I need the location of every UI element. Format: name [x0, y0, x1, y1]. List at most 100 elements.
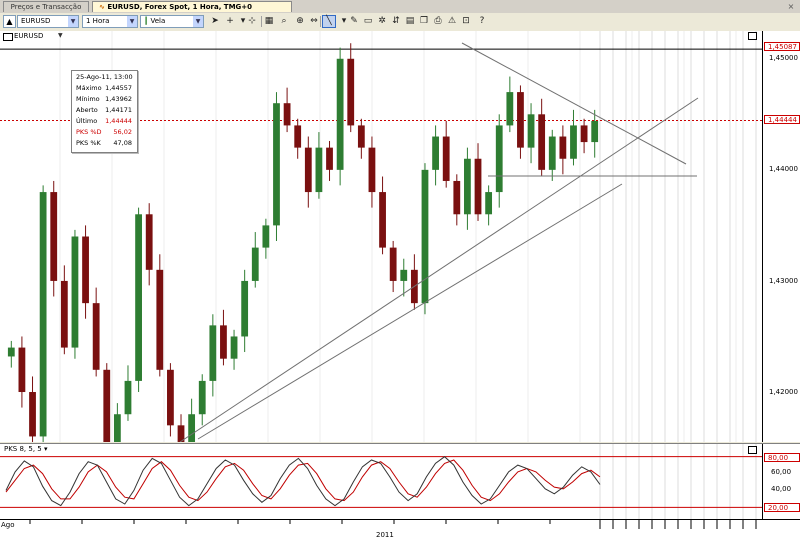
- settings-icon[interactable]: ✲: [375, 15, 389, 28]
- alert-icon[interactable]: ⚠: [445, 15, 459, 28]
- candle-up: [506, 92, 514, 126]
- candle-down: [167, 369, 174, 426]
- pencil-icon[interactable]: ✎: [347, 15, 361, 28]
- save-icon[interactable]: ▤: [403, 15, 417, 28]
- candle-up: [113, 414, 121, 442]
- oscillator-label: PKS 8, 5, 5: [4, 445, 42, 453]
- toolbar-separator: [320, 16, 321, 27]
- help-icon[interactable]: ?: [475, 15, 489, 28]
- candle-up: [485, 192, 493, 215]
- time-axis[interactable]: Ago 2011: [0, 519, 800, 541]
- oscillator-axis[interactable]: 80,00 60,00 40,00 20,00: [762, 444, 800, 520]
- candle-down: [60, 280, 68, 348]
- price-tick-label: 1,44000: [769, 165, 798, 173]
- crosshair-icon[interactable]: +: [223, 15, 237, 28]
- tooltip-row-pks-k: PKS %K 47,08: [76, 138, 134, 148]
- time-axis-canvas: [29, 520, 757, 529]
- candle-down: [517, 92, 524, 148]
- interval-combo-value: 1 Hora: [86, 17, 110, 25]
- oscillator-canvas[interactable]: [0, 444, 762, 520]
- toolbar: ▲ EURUSD ▼ 1 Hora ▼ ┃ Vela ▼ ➤ + ▾ ⊹ ▦ ⌕…: [0, 13, 800, 32]
- symbol-combo-value: EURUSD: [21, 17, 51, 25]
- candle-up: [7, 347, 15, 357]
- arrows-icon[interactable]: ⇵: [389, 15, 403, 28]
- candle-up: [273, 103, 280, 226]
- symbol-box-icon: [3, 33, 13, 41]
- symbol-menu-button[interactable]: ▲: [3, 15, 16, 28]
- maximize-icon[interactable]: [748, 32, 757, 40]
- time-axis-year: 2011: [376, 531, 394, 539]
- lock-icon[interactable]: ⊡: [459, 15, 473, 28]
- chart-symbol-label[interactable]: EURUSD: [14, 32, 43, 40]
- scroll-icon[interactable]: ⇔: [307, 15, 321, 28]
- candle-down: [220, 325, 227, 359]
- chevron-down-icon[interactable]: ▼: [58, 32, 63, 39]
- high-price-flag: 1,45087: [764, 42, 800, 51]
- candle-up: [464, 158, 471, 215]
- symbol-combo[interactable]: EURUSD ▼: [17, 15, 79, 28]
- candle-up: [230, 336, 238, 359]
- candle-up: [421, 169, 429, 304]
- candle-up: [124, 380, 132, 415]
- candle-up: [548, 136, 556, 170]
- chart-type-combo[interactable]: ┃ Vela ▼: [140, 15, 204, 28]
- candle-down: [357, 125, 365, 148]
- zoom-in-icon[interactable]: ⊕: [293, 15, 307, 28]
- snap-icon[interactable]: ⊹: [245, 15, 259, 28]
- trendline: [197, 183, 623, 440]
- tab-prices-and-trades[interactable]: Preços e Transacção: [3, 1, 89, 12]
- tooltip-label: Máximo: [76, 84, 102, 92]
- chevron-down-icon: ▼: [68, 16, 78, 27]
- candle-down: [92, 303, 100, 370]
- grid-icon[interactable]: ▦: [262, 15, 276, 28]
- tooltip-value: 56,02: [113, 128, 132, 136]
- chevron-down-icon[interactable]: ▾: [44, 445, 48, 453]
- chart-icon: ∿: [99, 3, 105, 11]
- tooltip-label: Aberto: [76, 106, 98, 114]
- candle-down: [304, 147, 312, 193]
- candle-down: [389, 247, 397, 281]
- tab-eurusd-chart[interactable]: ∿ EURUSD, Forex Spot, 1 Hora, TMG+0: [92, 1, 292, 12]
- candle-down: [156, 269, 164, 370]
- tab-eurusd-chart-label: EURUSD, Forex Spot, 1 Hora, TMG+0: [107, 3, 253, 11]
- price-chart[interactable]: EURUSD ▼ 1,45000 1,44000 1,43000 1,42000…: [0, 31, 800, 442]
- candle-up: [315, 147, 323, 193]
- tooltip-value: 1,44171: [105, 106, 132, 114]
- tab-bar: Preços e Transacção ∿ EURUSD, Forex Spot…: [0, 0, 800, 14]
- price-axis[interactable]: 1,45000 1,44000 1,43000 1,42000 1,45087 …: [762, 31, 800, 442]
- price-tick-label: 1,45000: [769, 54, 798, 62]
- oscillator-panel[interactable]: PKS 8, 5, 5 ▾ 80,00 60,00 40,00 20,00: [0, 443, 800, 520]
- eraser-icon[interactable]: ▭: [361, 15, 375, 28]
- candle-up: [591, 120, 599, 143]
- tooltip-label: PKS %K: [76, 139, 101, 147]
- tooltip-value: 1,43962: [105, 95, 132, 103]
- current-price-flag: 1,44444: [764, 115, 800, 124]
- candle-up: [39, 192, 47, 437]
- candle-down: [29, 392, 36, 437]
- zoom-icon[interactable]: ⌕: [277, 15, 291, 28]
- tooltip-row-low: Mínimo 1,43962: [76, 94, 134, 104]
- interval-combo[interactable]: 1 Hora ▼: [82, 15, 138, 28]
- tooltip-date: 25-Ago-11, 13:00: [76, 73, 133, 81]
- copy-icon[interactable]: ❐: [417, 15, 431, 28]
- oscillator-d-line: [5, 459, 601, 502]
- candle-up: [251, 247, 259, 281]
- candle-up: [262, 225, 270, 248]
- candle-down: [442, 136, 450, 181]
- close-icon[interactable]: ×: [786, 2, 796, 11]
- maximize-icon[interactable]: [748, 446, 757, 454]
- trendline-icon[interactable]: ╲: [322, 15, 336, 28]
- chevron-down-icon: ▼: [127, 16, 137, 27]
- oscillator-tick-label: 60,00: [771, 468, 792, 476]
- candle-down: [283, 103, 291, 126]
- pointer-icon[interactable]: ➤: [208, 15, 222, 28]
- tooltip-label: Mínimo: [76, 95, 100, 103]
- candle-up: [71, 236, 79, 348]
- candle-up: [198, 380, 206, 415]
- candle-up: [570, 125, 577, 159]
- print-icon[interactable]: ⎙: [431, 15, 445, 28]
- candle-down: [580, 125, 588, 143]
- time-axis-month: Ago: [1, 521, 15, 529]
- tooltip-row-high: Máximo 1,44557: [76, 83, 134, 93]
- candle-up: [241, 280, 249, 337]
